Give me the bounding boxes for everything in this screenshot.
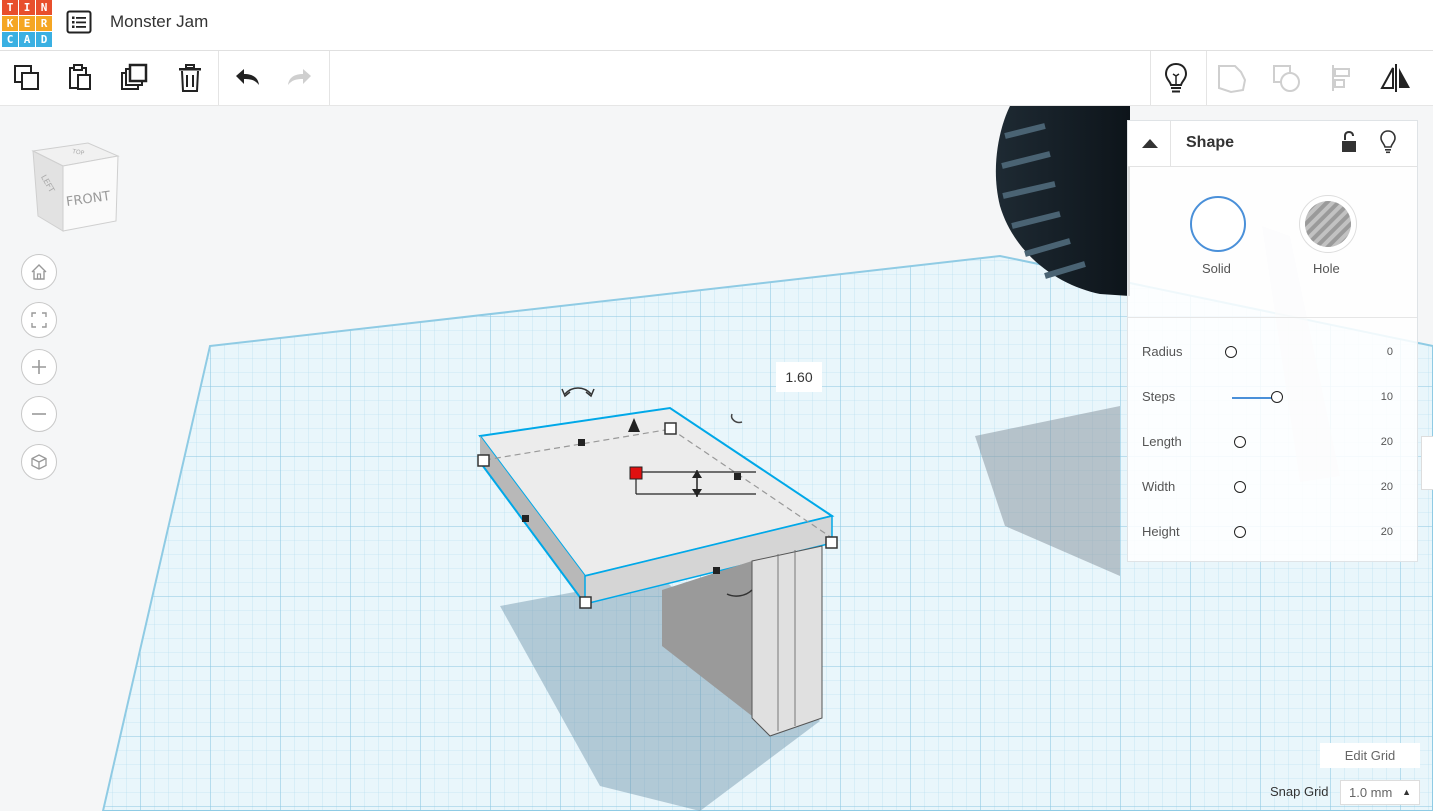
collapse-triangle-icon[interactable] (1140, 136, 1160, 150)
design-menu-button[interactable] (66, 10, 92, 34)
delete-button[interactable] (172, 59, 208, 97)
panel-header: Shape (1128, 121, 1417, 167)
shape-inspector-panel: Shape Solid Hole Radius 0 Steps 10 Lengt… (1127, 120, 1418, 562)
toolbar-divider (329, 51, 330, 105)
steps-slider-track[interactable] (1232, 397, 1272, 399)
undo-icon (236, 69, 259, 85)
home-view-button[interactable] (21, 254, 57, 290)
logo-letter: N (36, 0, 52, 15)
panel-divider (1128, 317, 1417, 318)
undo-button[interactable] (229, 59, 265, 97)
height-slider-knob[interactable] (1234, 526, 1246, 538)
perspective-button[interactable] (21, 444, 57, 480)
tinkercad-logo[interactable]: T I N K E R C A D (2, 0, 53, 48)
align-button[interactable] (1325, 59, 1361, 97)
snap-grid-label: Snap Grid (1270, 784, 1329, 799)
toolbar (0, 51, 1433, 106)
snap-grid-value: 1.0 mm (1349, 785, 1393, 800)
list-menu-icon (66, 10, 92, 34)
zoom-out-button[interactable] (21, 396, 57, 432)
length-slider-knob[interactable] (1234, 436, 1246, 448)
logo-letter: D (36, 32, 52, 47)
snap-grid-select[interactable]: 1.0 mm ▲ (1340, 780, 1420, 805)
param-value-length[interactable]: 20 (1381, 436, 1393, 448)
dimension-value-input[interactable]: 1.60 (776, 362, 822, 392)
param-value-steps[interactable]: 10 (1381, 391, 1393, 403)
param-label-width: Width (1142, 479, 1176, 494)
paste-icon (69, 64, 91, 90)
duplicate-button[interactable] (117, 59, 153, 97)
lock-icon[interactable] (1340, 131, 1358, 153)
perspective-icon (31, 454, 47, 470)
ungroup-icon (1273, 65, 1300, 92)
logo-letter: A (19, 32, 35, 47)
logo-letter: C (2, 32, 18, 47)
param-label-radius: Radius (1142, 344, 1183, 359)
notes-toggle-button[interactable] (1158, 59, 1194, 97)
logo-letter: R (36, 16, 52, 31)
param-label-height: Height (1142, 524, 1180, 539)
side-panel-toggle[interactable] (1421, 436, 1433, 490)
toolbar-divider (1206, 51, 1207, 105)
caret-up-icon: ▲ (1402, 787, 1411, 797)
logo-letter: I (19, 0, 35, 15)
param-value-width[interactable]: 20 (1381, 481, 1393, 493)
panel-title: Shape (1186, 134, 1235, 151)
zoom-in-button[interactable] (21, 349, 57, 385)
toolbar-divider (1150, 51, 1151, 105)
light-bulb-icon (1164, 62, 1188, 93)
duplicate-icon (121, 63, 148, 90)
ungroup-button[interactable] (1269, 59, 1305, 97)
zoom-in-icon (32, 360, 46, 374)
edit-grid-button[interactable]: Edit Grid (1320, 743, 1420, 768)
solid-option[interactable] (1190, 196, 1246, 252)
logo-letter: K (2, 16, 18, 31)
toolbar-divider (218, 51, 219, 105)
logo-letter: E (19, 16, 35, 31)
home-view-icon (31, 264, 47, 280)
trash-icon (179, 64, 201, 92)
top-bar: T I N K E R C A D Monster Jam (0, 0, 1433, 51)
group-icon (1218, 65, 1247, 94)
param-value-radius[interactable]: 0 (1387, 346, 1393, 358)
mirror-icon (1380, 64, 1410, 92)
align-icon (1332, 65, 1350, 91)
hole-option[interactable] (1300, 196, 1356, 252)
view-cube-graphic: TOP LEFT FRONT (31, 142, 120, 232)
light-bulb-icon[interactable] (1379, 130, 1397, 154)
steps-slider-knob[interactable] (1271, 391, 1283, 403)
param-value-height[interactable]: 20 (1381, 526, 1393, 538)
radius-slider-knob[interactable] (1225, 346, 1237, 358)
param-label-steps: Steps (1142, 389, 1176, 404)
param-label-length: Length (1142, 434, 1182, 449)
project-title[interactable]: Monster Jam (110, 12, 208, 32)
group-button[interactable] (1214, 59, 1250, 97)
fit-view-icon (31, 312, 47, 328)
redo-icon (288, 69, 311, 85)
logo-letter: T (2, 0, 18, 15)
hole-pattern-icon (1305, 201, 1351, 247)
copy-icon (14, 65, 39, 90)
zoom-out-icon (32, 413, 46, 415)
solid-label: Solid (1202, 261, 1231, 276)
view-cube[interactable]: TOP LEFT FRONT (28, 141, 123, 241)
paste-button[interactable] (62, 59, 98, 97)
fit-view-button[interactable] (21, 302, 57, 338)
mirror-button[interactable] (1378, 59, 1414, 97)
redo-button[interactable] (282, 59, 318, 97)
copy-button[interactable] (9, 59, 45, 97)
hole-label: Hole (1313, 261, 1340, 276)
width-slider-knob[interactable] (1234, 481, 1246, 493)
